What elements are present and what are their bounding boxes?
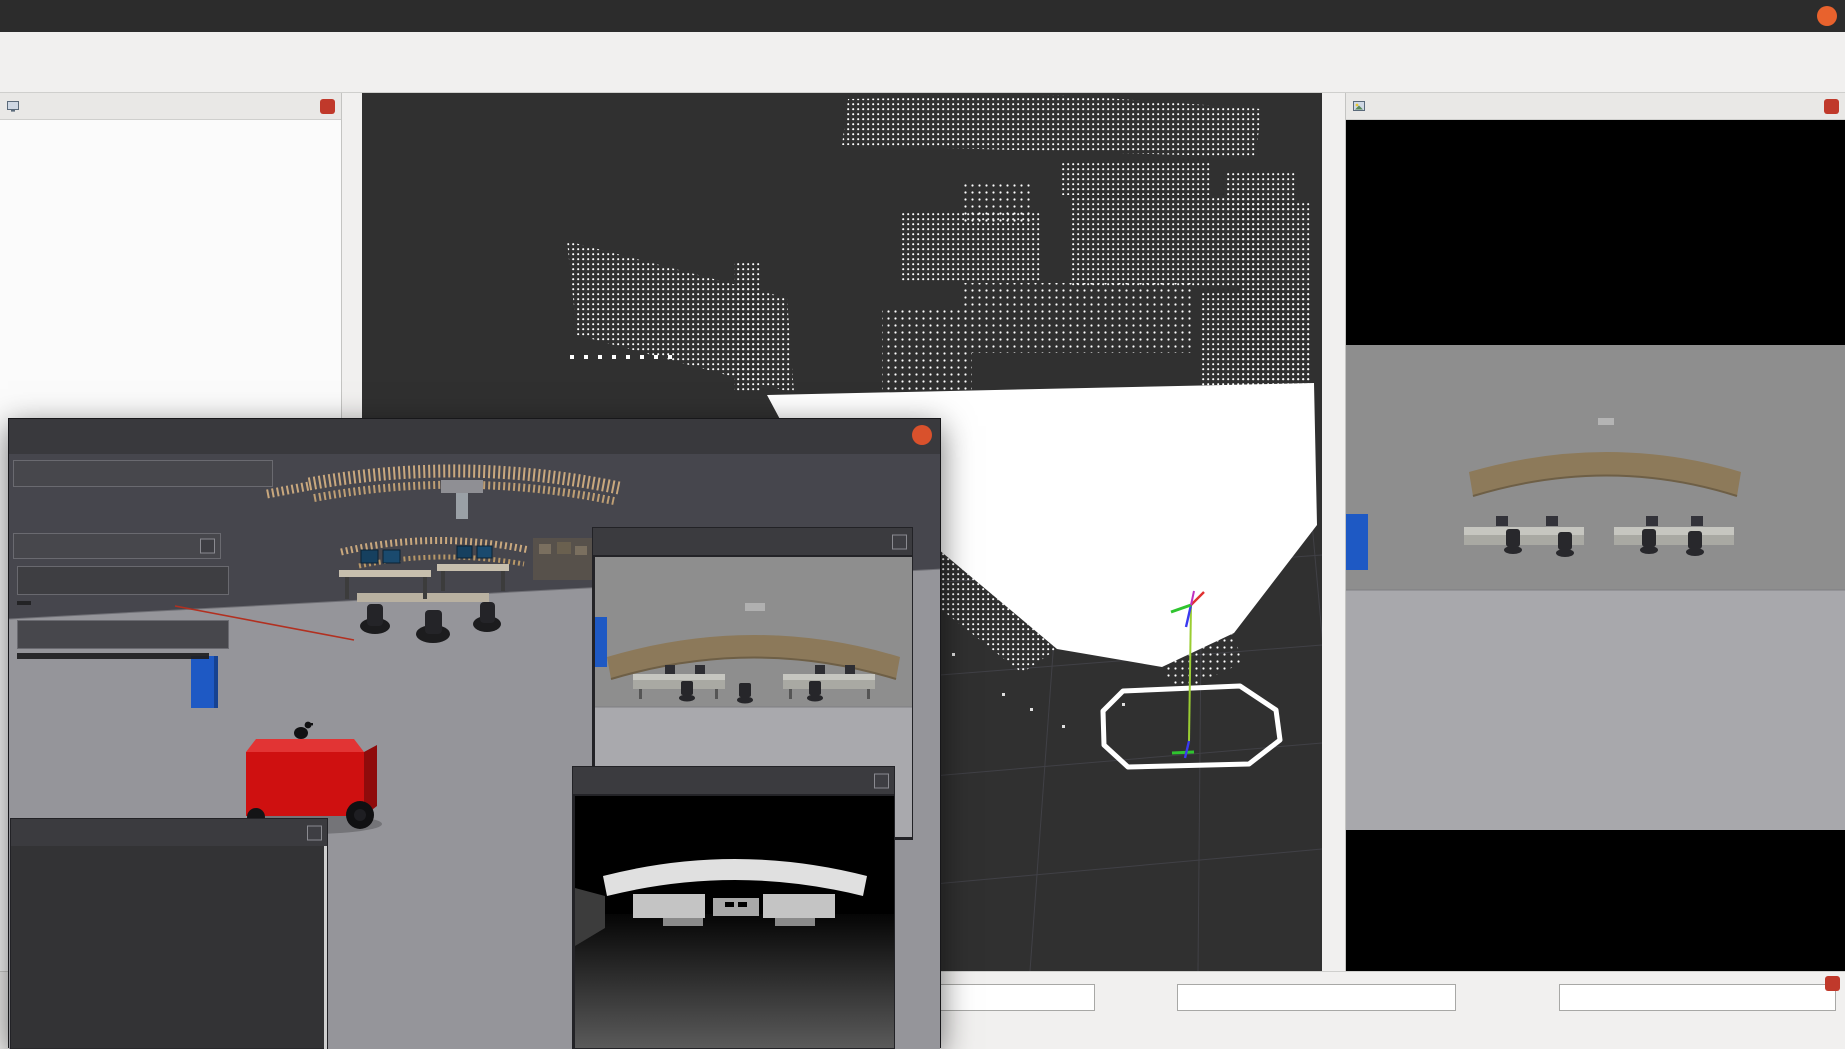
minimize-button[interactable] <box>1749 6 1769 26</box>
minimize-button[interactable] <box>874 773 889 788</box>
mvsim-window[interactable] <box>8 418 941 1048</box>
menu-bar <box>0 32 1845 59</box>
collapse-section-button[interactable] <box>200 539 215 554</box>
mvsim-maximize-button[interactable] <box>878 425 898 445</box>
mvsim-titlebar[interactable] <box>9 419 940 454</box>
status-window-titlebar[interactable] <box>11 819 327 846</box>
toolbar <box>0 59 1845 93</box>
camera-follows-dropdown[interactable] <box>17 620 229 649</box>
minimize-button[interactable] <box>307 825 322 840</box>
rviz-titlebar[interactable] <box>0 0 1845 32</box>
quit-button[interactable] <box>17 566 229 595</box>
depth-camera-image <box>573 794 894 1049</box>
time-panel-close-button[interactable] <box>1825 976 1840 991</box>
camera-image-view <box>1346 120 1845 971</box>
depth-window-titlebar[interactable] <box>573 767 894 794</box>
mvsim-3d-scene[interactable] <box>9 454 940 1049</box>
image-panel-icon <box>1352 99 1366 113</box>
camera-depth-window[interactable] <box>572 766 895 1049</box>
displays-panel-icon <box>6 99 20 113</box>
mvsim-minimize-button[interactable] <box>844 425 864 445</box>
mvsim-status-section-header[interactable] <box>13 460 273 487</box>
mvsim-control-section-header[interactable] <box>13 533 221 559</box>
rgb-window-titlebar[interactable] <box>593 528 912 555</box>
image-panel-header[interactable] <box>1346 93 1845 120</box>
status-window-body <box>11 846 327 1049</box>
view-options-list <box>17 653 209 659</box>
panel-close-button[interactable] <box>320 99 335 114</box>
camera-follows-label <box>17 601 31 605</box>
displays-tree <box>0 120 341 123</box>
wall-time-field[interactable] <box>1177 984 1456 1011</box>
panel-close-button[interactable] <box>1824 99 1839 114</box>
mvsim-status-window[interactable] <box>10 818 328 1049</box>
maximize-button[interactable] <box>1783 6 1803 26</box>
wall-elapsed-field[interactable] <box>1559 984 1836 1011</box>
image-panel <box>1345 93 1845 971</box>
close-button[interactable] <box>1817 6 1837 26</box>
displays-panel-header[interactable] <box>0 93 341 120</box>
mvsim-close-button[interactable] <box>912 425 932 445</box>
minimize-button[interactable] <box>892 534 907 549</box>
